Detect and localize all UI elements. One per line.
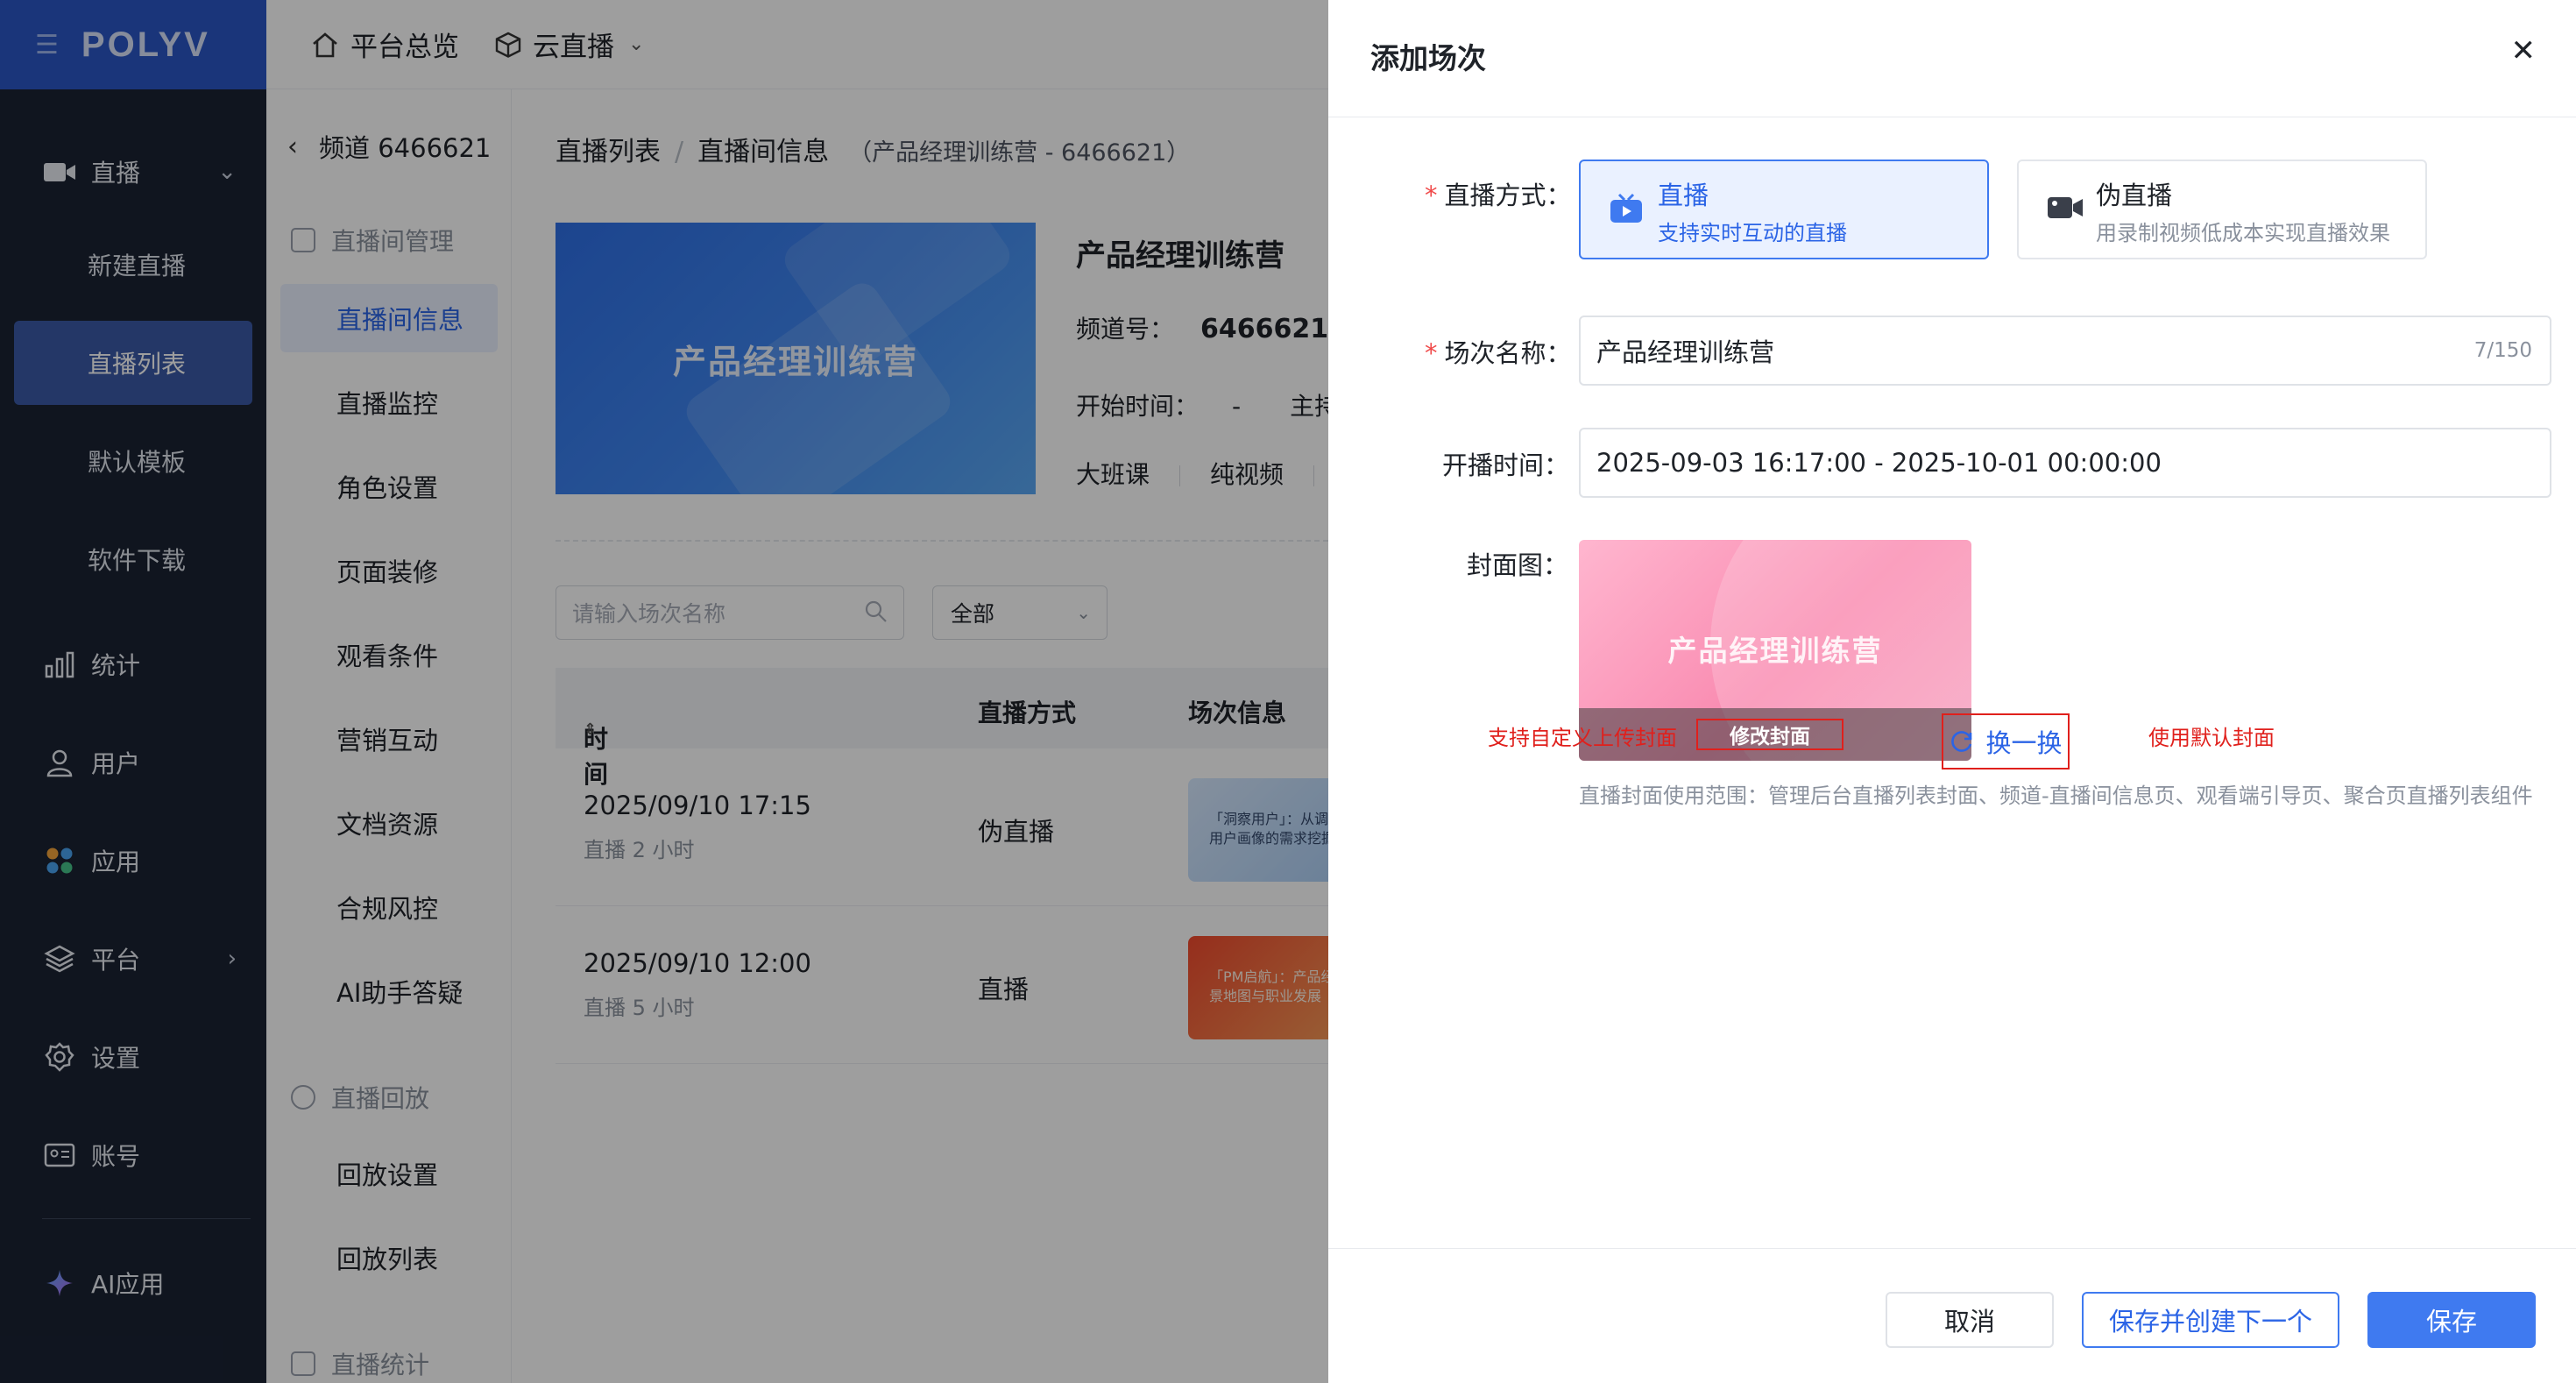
- drawer-footer-divider: [1328, 1248, 2576, 1249]
- modal-overlay[interactable]: [0, 0, 1328, 1383]
- drawer-title: 添加场次: [1370, 41, 1486, 75]
- mode-desc: 支持实时互动的直播: [1658, 221, 1847, 245]
- mode-option-live[interactable]: 直播 支持实时互动的直播: [1579, 160, 1989, 259]
- session-name-input[interactable]: 产品经理训练营 7/150: [1579, 316, 2551, 386]
- annotation-default-cover: 使用默认封面: [2148, 726, 2275, 750]
- annotation-custom-upload: 支持自定义上传封面: [1488, 726, 1677, 750]
- drawer-header: 添加场次 ✕: [1328, 0, 2576, 117]
- refresh-icon: [1951, 731, 1972, 752]
- tv-play-icon: [1610, 193, 1642, 223]
- cancel-button[interactable]: 取消: [1886, 1292, 2054, 1348]
- session-name-value: 产品经理训练营: [1596, 337, 1775, 367]
- mode-option-pseudo-live[interactable]: 伪直播 用录制视频低成本实现直播效果: [2017, 160, 2427, 259]
- video-camera-icon: [2048, 197, 2083, 218]
- swap-cover-button[interactable]: 换一换: [1942, 713, 2070, 770]
- char-counter: 7/150: [2473, 339, 2532, 362]
- start-time-range-input[interactable]: 2025-09-03 16:17:00 - 2025-10-01 00:00:0…: [1579, 428, 2551, 498]
- edit-cover-button[interactable]: 修改封面: [1696, 719, 1844, 750]
- save-and-create-next-button[interactable]: 保存并创建下一个: [2082, 1292, 2339, 1348]
- cover-usage-hint: 直播封面使用范围：管理后台直播列表封面、频道-直播间信息页、观看端引导页、聚合页…: [1579, 784, 2533, 808]
- mode-title: 伪直播: [2096, 181, 2173, 210]
- cover-title: 产品经理训练营: [1667, 634, 1883, 668]
- swap-label: 换一换: [1985, 728, 2063, 758]
- mode-desc: 用录制视频低成本实现直播效果: [2096, 221, 2390, 245]
- save-button[interactable]: 保存: [2367, 1292, 2536, 1348]
- close-icon[interactable]: ✕: [2511, 33, 2537, 68]
- add-session-drawer: 添加场次 ✕ * 直播方式： 直播 支持实时互动的直播 伪直播 用录制视频低成本实…: [1328, 0, 2576, 1383]
- mode-label: * 直播方式：: [1425, 181, 1572, 210]
- time-range-value: 2025-09-03 16:17:00 - 2025-10-01 00:00:0…: [1596, 448, 2162, 478]
- start-time-label: 开播时间：: [1442, 450, 1570, 480]
- session-name-label: * 场次名称：: [1425, 338, 1572, 368]
- cover-label: 封面图：: [1467, 550, 1569, 580]
- mode-title: 直播: [1658, 181, 1709, 210]
